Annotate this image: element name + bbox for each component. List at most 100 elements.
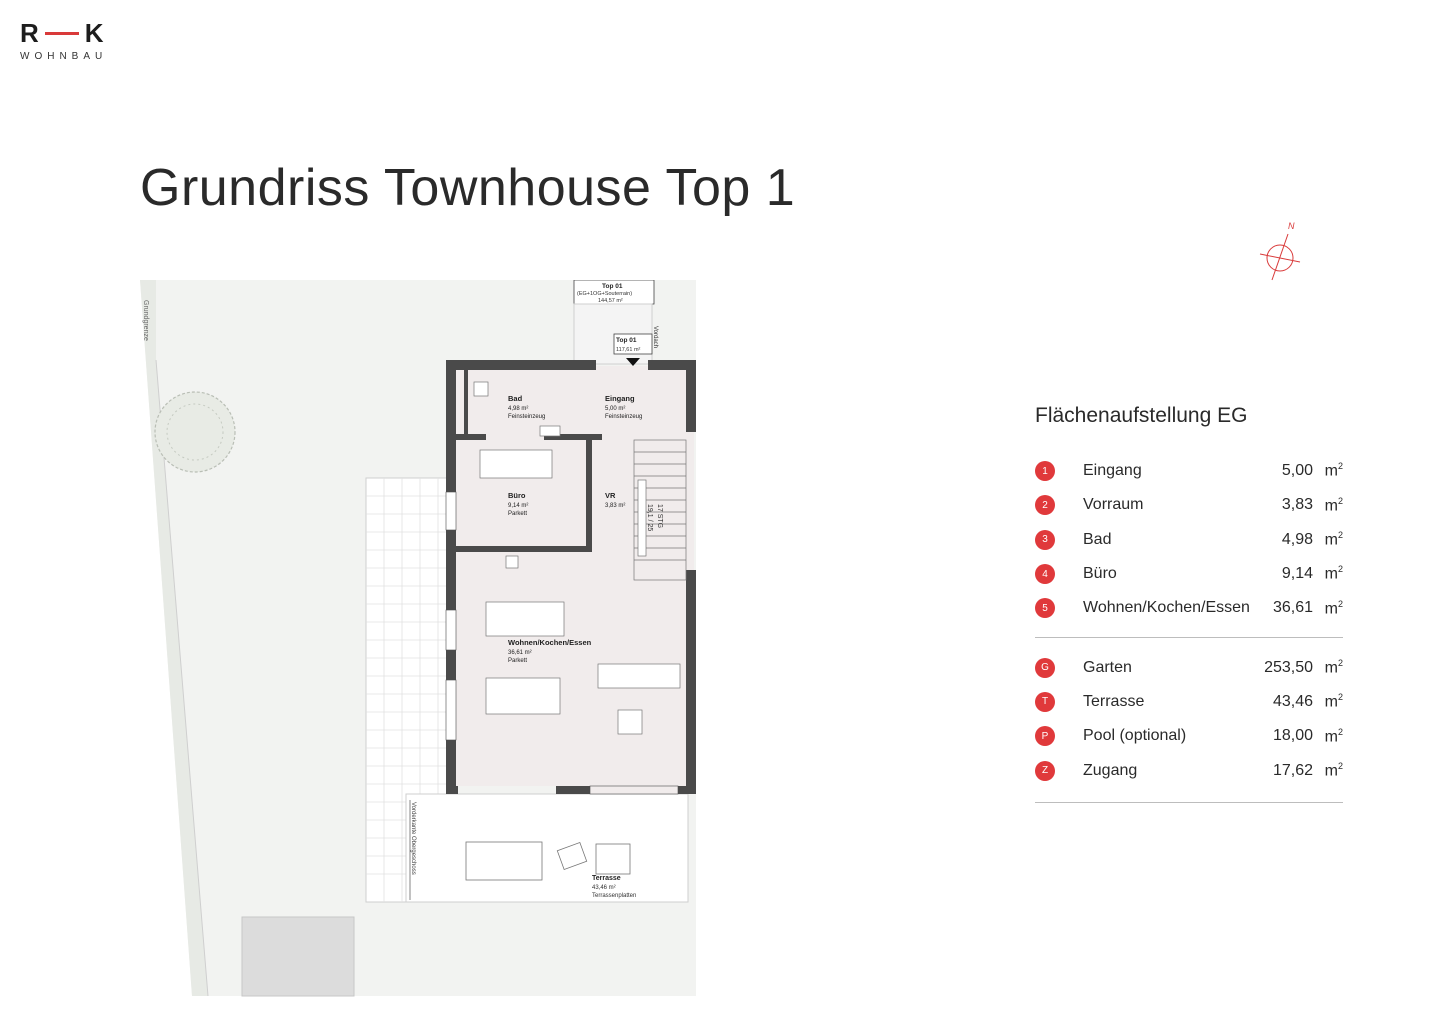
brand-logo: R K WOHNBAU bbox=[20, 18, 130, 62]
row-unit: m2 bbox=[1324, 760, 1343, 780]
row-badge: G bbox=[1035, 657, 1055, 678]
wohnen-floor: Parkett bbox=[508, 658, 527, 664]
vr-area: 3,83 m² bbox=[605, 503, 625, 509]
row-badge: Z bbox=[1035, 760, 1055, 781]
buero-label: Büro bbox=[508, 491, 526, 500]
entrance-area: Top 01 (EG+1OG+Souterrain) 144,57 m² Top… bbox=[573, 280, 658, 366]
buero-area: 9,14 m² bbox=[508, 503, 528, 509]
row-badge: P bbox=[1035, 726, 1055, 747]
top01-b-area: 117,61 m² bbox=[616, 347, 641, 353]
terrasse-label: Terrasse bbox=[592, 875, 621, 882]
area-row: T Terrasse 43,46 m2 bbox=[1035, 685, 1343, 719]
vordach-label: Vordach bbox=[652, 326, 658, 348]
row-unit: m2 bbox=[1324, 726, 1343, 745]
area-row: Z Zugang 17,62 m2 bbox=[1035, 753, 1343, 787]
row-unit: m2 bbox=[1324, 564, 1343, 583]
row-unit: m2 bbox=[1324, 461, 1343, 480]
buero-floor: Parkett bbox=[508, 511, 527, 517]
row-value: 4,98 bbox=[1281, 530, 1313, 548]
eingang-floor: Feinsteinzeug bbox=[605, 414, 642, 420]
row-unit: m2 bbox=[1324, 657, 1343, 677]
row-name: Zugang bbox=[1083, 761, 1138, 779]
area-table: Flächenaufstellung EG 1 Eingang 5,00 m2 2 Vo… bbox=[1035, 404, 1343, 815]
row-name: Büro bbox=[1083, 565, 1117, 583]
row-name: Terrasse bbox=[1083, 692, 1145, 710]
row-unit: m2 bbox=[1324, 692, 1343, 711]
north-arrow-icon: N bbox=[1259, 221, 1301, 281]
row-name: Wohnen/Kochen/Essen bbox=[1083, 599, 1250, 617]
row-value: 5,00 bbox=[1281, 462, 1313, 480]
top01-b-label: Top 01 bbox=[616, 337, 637, 344]
logo-subtitle: WOHNBAU bbox=[20, 51, 108, 62]
top01-a-area: 144,57 m² bbox=[598, 298, 623, 304]
wohnen-label: Wohnen/Kochen/Essen bbox=[508, 638, 592, 647]
row-value: 3,83 bbox=[1281, 496, 1313, 514]
area-row: 5 Wohnen/Kochen/Essen 36,61 m2 bbox=[1035, 591, 1343, 625]
area-row: G Garten 253,50 m2 bbox=[1035, 650, 1343, 684]
tree-icon bbox=[154, 391, 236, 473]
bad-floor: Feinsteinzeug bbox=[508, 414, 545, 420]
area-row: 4 Büro 9,14 m2 bbox=[1035, 557, 1343, 591]
row-badge: 4 bbox=[1035, 564, 1055, 585]
vorderkante-label: Vorderkante Obergeschoss bbox=[410, 802, 416, 875]
kitchen-island-icon bbox=[485, 601, 565, 637]
row-unit: m2 bbox=[1324, 598, 1343, 617]
sink-icon bbox=[539, 425, 561, 437]
pool-area bbox=[241, 916, 355, 997]
dining-table-icon bbox=[485, 677, 561, 715]
row-badge: T bbox=[1035, 691, 1055, 712]
bad-label: Bad bbox=[508, 394, 523, 403]
floor-plan: Grundgrenze Vorderkante Obergeschoss Ter… bbox=[140, 280, 696, 997]
toilet-icon bbox=[473, 381, 489, 397]
house-floor bbox=[454, 366, 694, 786]
logo-letter-left: R bbox=[20, 18, 39, 48]
wohnen-area: 36,61 m² bbox=[508, 650, 532, 656]
eingang-area: 5,00 m² bbox=[605, 406, 625, 412]
row-value: 17,62 bbox=[1272, 761, 1313, 779]
stg-label: 17 STG bbox=[656, 504, 663, 528]
row-badge: 3 bbox=[1035, 529, 1055, 550]
page-title: Grundriss Townhouse Top 1 bbox=[140, 159, 796, 217]
terrace-bottom: Vorderkante Obergeschoss Terrasse 43,46 … bbox=[405, 793, 689, 903]
row-value: 36,61 bbox=[1272, 599, 1313, 617]
terrasse-floor: Terrassenplatten bbox=[592, 893, 636, 899]
logo-letter-right: K bbox=[84, 18, 104, 48]
outdoor-list: G Garten 253,50 m2 T Terrasse 43,46 m2 P Pool (… bbox=[1035, 650, 1343, 787]
logo-mark: R K bbox=[20, 18, 130, 49]
row-name: Pool (optional) bbox=[1083, 727, 1187, 745]
area-row: P Pool (optional) 18,00 m2 bbox=[1035, 719, 1343, 753]
row-value: 253,50 bbox=[1264, 658, 1313, 676]
area-row: 1 Eingang 5,00 m2 bbox=[1035, 454, 1343, 488]
logo-dash bbox=[44, 32, 79, 35]
bad-area: 4,98 m² bbox=[508, 406, 528, 412]
row-badge: 2 bbox=[1035, 495, 1055, 516]
vr-label: VR bbox=[605, 491, 616, 500]
table-divider bbox=[1035, 637, 1343, 639]
row-value: 43,46 bbox=[1272, 692, 1313, 710]
row-name: Garten bbox=[1083, 658, 1132, 676]
desk-icon bbox=[479, 449, 553, 479]
row-unit: m2 bbox=[1324, 530, 1343, 549]
row-badge: 5 bbox=[1035, 598, 1055, 619]
row-name: Vorraum bbox=[1083, 496, 1144, 514]
row-name: Bad bbox=[1083, 530, 1112, 548]
north-label: N bbox=[1288, 221, 1295, 231]
grundgrenze-label: Grundgrenze bbox=[142, 300, 149, 341]
area-table-title: Flächenaufstellung EG bbox=[1035, 404, 1248, 427]
stg2-label: 19,1 / 25 bbox=[646, 504, 653, 531]
row-unit: m2 bbox=[1324, 495, 1343, 515]
terrasse-area: 43,46 m² bbox=[592, 885, 616, 891]
row-badge: 1 bbox=[1035, 461, 1055, 482]
sofa-icon bbox=[597, 663, 681, 689]
top01-a-label: Top 01 bbox=[602, 283, 623, 290]
top01-a-sub: (EG+1OG+Souterrain) bbox=[577, 291, 632, 297]
eingang-label: Eingang bbox=[605, 394, 635, 403]
area-row: 3 Bad 4,98 m2 bbox=[1035, 523, 1343, 557]
room-list: 1 Eingang 5,00 m2 2 Vorraum 3,83 m2 3 Bad 4,98 m2… bbox=[1035, 454, 1343, 625]
coffee-table-icon bbox=[617, 709, 643, 735]
row-name: Eingang bbox=[1083, 462, 1142, 480]
row-value: 9,14 bbox=[1281, 565, 1313, 583]
table-divider bbox=[1035, 801, 1343, 803]
row-value: 18,00 bbox=[1272, 727, 1313, 745]
area-row: 2 Vorraum 3,83 m2 bbox=[1035, 488, 1343, 522]
